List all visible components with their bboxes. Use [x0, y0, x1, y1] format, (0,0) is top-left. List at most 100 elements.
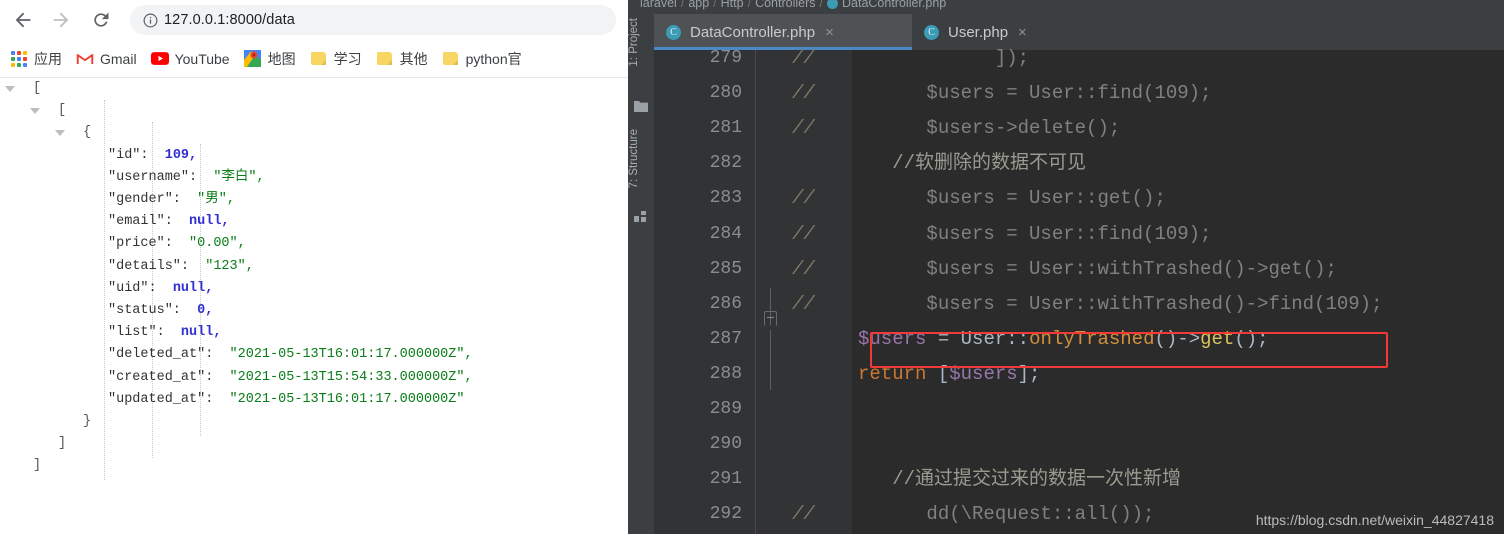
forward-arrow-icon	[50, 9, 72, 31]
maps-icon	[244, 50, 262, 68]
json-line-content: [	[58, 103, 67, 119]
breadcrumb-item[interactable]: app	[688, 0, 709, 10]
code-line[interactable]: 283 // $users = User::get();	[654, 181, 1504, 216]
bookmark-label: python官	[465, 50, 522, 67]
code-line[interactable]: 286 // $users = User::withTrashed()->find…	[654, 287, 1504, 322]
bookmark-maps[interactable]: 地图	[244, 49, 296, 69]
json-line: "id": 109,	[0, 145, 628, 167]
code-text: dd(\Request::all());	[858, 503, 1155, 526]
reload-arrow-icon	[91, 10, 111, 30]
code-text: //通过提交过来的数据一次性新增	[858, 468, 1182, 491]
breadcrumb-separator: /	[747, 0, 752, 10]
bookmark-label: Gmail	[100, 50, 137, 67]
line-number: 290	[709, 434, 742, 455]
comment-slashes: //	[792, 117, 815, 140]
fold-collapse-marker[interactable]	[764, 311, 777, 326]
breadcrumb-item[interactable]: laravel	[640, 0, 677, 10]
json-value: "2021-05-13T15:54:33.000000Z",	[229, 369, 473, 385]
json-value: "李白",	[213, 169, 265, 185]
json-line: "gender": "男",	[0, 189, 628, 211]
code-line[interactable]: 281 // $users->delete();	[654, 111, 1504, 146]
code-line[interactable]: 287 $users = User::onlyTrashed()->get();	[654, 322, 1504, 357]
json-line-content: "updated_at": "2021-05-13T16:01:17.00000…	[108, 389, 464, 411]
sidebar-item-project[interactable]: 1: Project	[628, 18, 654, 67]
code-line[interactable]: 289	[654, 392, 1504, 427]
line-number: 279	[709, 48, 742, 68]
folder-icon	[310, 50, 328, 68]
json-line: "created_at": "2021-05-13T15:54:33.00000…	[0, 367, 628, 389]
line-number: 289	[709, 399, 742, 419]
breadcrumb-item[interactable]: DataController.php	[842, 0, 946, 10]
bookmark-folder-study[interactable]: 学习	[310, 49, 362, 69]
code-line[interactable]: 290	[654, 427, 1504, 462]
json-value: "2021-05-13T16:01:17.000000Z",	[229, 347, 473, 363]
code-editor[interactable]: 279// ]); 280// $users = User::find(109);…	[654, 47, 1504, 534]
code-line[interactable]: 288 return [$users];	[654, 357, 1504, 392]
code-line[interactable]: 285 // $users = User::withTrashed()->get(…	[654, 252, 1504, 287]
bookmark-label: 其他	[399, 50, 428, 67]
json-line-content: }	[83, 414, 92, 429]
breadcrumb: laravel / app / Http / Controllers / DataControl…	[628, 0, 1504, 12]
line-number: 280	[709, 83, 742, 104]
address-bar[interactable]: 127.0.0.1:8000/data	[130, 5, 616, 35]
json-line-content: [	[33, 81, 42, 96]
json-key: "gender":	[108, 192, 198, 207]
reload-button[interactable]	[86, 5, 116, 35]
code-text: $users = User::onlyTrashed()->get();	[858, 327, 1269, 350]
code-line[interactable]: 284 // $users = User::find(109);	[654, 217, 1504, 252]
bookmark-folder-python[interactable]: python官	[442, 49, 522, 69]
code-text: $users = User::find(109);	[858, 222, 1212, 245]
json-key: "deleted_at":	[108, 347, 230, 363]
code-line[interactable]: 291 //通过提交过来的数据一次性新增	[654, 462, 1504, 497]
line-number: 283	[709, 188, 742, 209]
comment-slashes: //	[792, 47, 815, 69]
json-line: "list": null,	[0, 322, 628, 344]
forward-button[interactable]	[46, 5, 76, 35]
bookmark-label: 学习	[333, 50, 362, 67]
json-line: "updated_at": "2021-05-13T16:01:17.00000…	[0, 389, 628, 411]
close-icon[interactable]: ×	[1018, 25, 1027, 40]
json-line: ]	[0, 455, 628, 477]
sidebar-item-structure[interactable]: 7: Structure	[628, 129, 654, 188]
code-line[interactable]: 280 // $users = User::find(109);	[654, 76, 1504, 111]
bookmark-youtube[interactable]: YouTube	[150, 50, 230, 68]
json-key: "updated_at":	[108, 391, 230, 407]
json-key: "uid":	[108, 280, 173, 296]
code-line[interactable]: 282 //软删除的数据不可见	[654, 146, 1504, 181]
breadcrumb-item[interactable]: Http	[721, 0, 744, 10]
json-key: "id":	[108, 147, 165, 163]
json-line-content: "id": 109,	[108, 145, 197, 167]
bookmark-folder-other[interactable]: 其他	[376, 49, 428, 69]
close-icon[interactable]: ×	[825, 25, 834, 40]
code-line[interactable]: 279 // ]);	[654, 41, 1504, 76]
json-line: "email": null,	[0, 211, 628, 233]
json-value: "2021-05-13T16:01:17.000000Z"	[229, 391, 465, 407]
fold-triangle-icon[interactable]	[30, 108, 40, 115]
folder-icon	[376, 50, 394, 68]
code-text: $users = User::withTrashed()->get();	[858, 257, 1337, 280]
editor-tab-label: DataController.php	[690, 23, 816, 41]
json-line-content: {	[83, 125, 92, 141]
json-line: "uid": null,	[0, 278, 628, 300]
json-line: [	[0, 78, 628, 100]
comment-slashes: //	[792, 257, 815, 280]
fold-triangle-icon[interactable]	[5, 86, 15, 92]
line-number: 282	[709, 153, 742, 174]
code-text: $users = User::get();	[858, 187, 1166, 210]
back-button[interactable]	[8, 5, 38, 35]
json-response-viewer: [[{"id": 109, "username": "李白", "gender": …	[0, 78, 628, 534]
json-value: "123",	[205, 258, 254, 274]
folder-icon	[442, 50, 460, 68]
breadcrumb-item[interactable]: Controllers	[755, 0, 815, 10]
line-number: 285	[709, 258, 742, 279]
json-key: "email":	[108, 214, 190, 230]
comment-slashes: //	[792, 82, 815, 105]
php-class-icon: C	[924, 24, 939, 40]
bookmark-apps[interactable]: 应用	[10, 49, 62, 69]
code-text: ]);	[858, 47, 1030, 69]
browser-toolbar: 127.0.0.1:8000/data	[0, 0, 628, 40]
bookmark-gmail[interactable]: Gmail	[76, 50, 137, 68]
fold-triangle-icon[interactable]	[55, 130, 65, 137]
info-circle-icon[interactable]	[136, 12, 164, 29]
bookmark-label: YouTube	[174, 50, 230, 67]
